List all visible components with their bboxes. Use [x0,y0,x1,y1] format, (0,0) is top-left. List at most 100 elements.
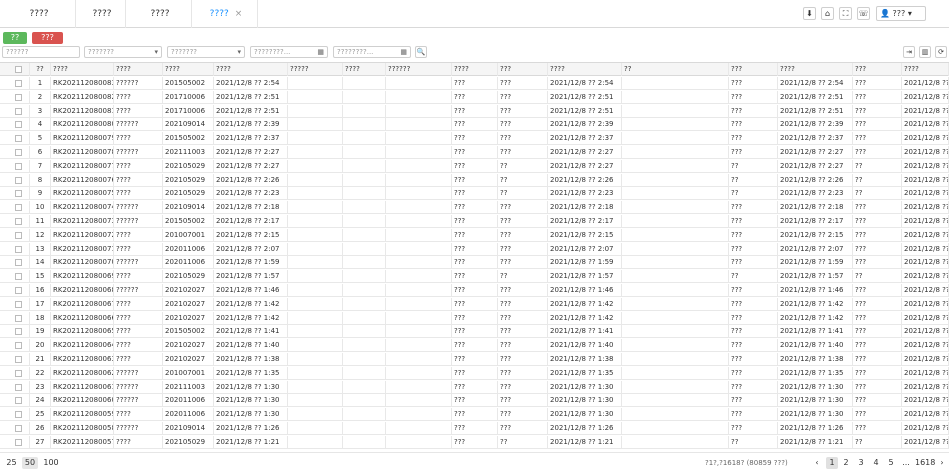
table-row[interactable]: 26 RK202112080058?????? 202109014 2021/12/8… [0,422,949,435]
row-checkbox[interactable] [15,190,22,198]
row-checkbox[interactable] [15,300,22,308]
row-checkbox[interactable] [15,273,22,281]
page-number[interactable]: 3 [855,457,867,469]
column-header[interactable]: ??? [498,63,548,76]
row-checkbox[interactable] [15,328,22,336]
page-size-option[interactable]: 100 [43,457,59,469]
page-number[interactable]: 5 [885,457,897,469]
table-row[interactable]: 24 RK202112080060?????? 202011006 2021/12/8… [0,394,949,408]
phone-icon[interactable]: ☏ [857,7,870,20]
columns-icon[interactable]: ▥ [919,46,931,58]
row-checkbox[interactable] [15,149,22,156]
row-checkbox[interactable] [15,162,22,170]
table-row[interactable]: 20 RK202112080064???? 202102027 2021/12/8 ?… [0,339,949,353]
column-header[interactable]: ???? [548,63,622,76]
page-number[interactable]: 4 [870,457,882,469]
table-row[interactable]: 13 RK202112080071???? 202011006 2021/12/8 ?… [0,242,949,256]
row-checkbox[interactable] [15,287,22,294]
end-date-input[interactable]: ????????... ▦ [333,46,411,58]
next-page-button[interactable]: › [937,457,947,469]
user-menu[interactable]: 👤 ??? ▾ [876,6,926,21]
row-checkbox[interactable] [15,231,22,239]
column-header[interactable]: ???? [343,63,386,76]
row-checkbox[interactable] [15,93,22,101]
table-row[interactable]: 11 RK202112080073?????? 201505002 2021/12/8… [0,215,949,228]
start-date-input[interactable]: ????????... ▦ [250,46,328,58]
table-row[interactable]: 17 RK202112080067???? 202102027 2021/12/8 ?… [0,297,949,311]
column-header[interactable]: ??? [853,63,902,76]
column-header[interactable] [0,63,30,76]
row-checkbox[interactable] [15,218,22,225]
column-header[interactable]: ???? [214,63,288,76]
tab-2[interactable]: ???? [129,0,192,28]
page-size-option[interactable]: 50 [22,457,38,469]
table-row[interactable]: 16 RK202112080068?????? 202102027 2021/12/8… [0,284,949,297]
unapprove-button[interactable]: ??? [32,32,63,44]
row-checkbox[interactable] [15,80,22,87]
tab-3[interactable]: ???? × [195,0,258,28]
export-icon[interactable]: ⇥ [903,46,915,58]
close-icon[interactable]: × [235,9,243,19]
column-header[interactable]: ????? [288,63,343,76]
column-header[interactable]: ?? [30,63,51,76]
row-checkbox[interactable] [15,204,22,212]
column-header[interactable]: ??? [729,63,778,76]
table-row[interactable]: 9 RK202112080075???? 202105029 2021/12/8 ??… [0,187,949,201]
row-checkbox[interactable] [15,438,22,446]
column-header[interactable]: ?? [622,63,729,76]
column-header[interactable]: ???? [902,63,949,76]
column-header[interactable]: ???? [778,63,853,76]
tab-0[interactable]: ???? [3,0,76,28]
table-row[interactable]: 15 RK202112080069???? 202105029 2021/12/8 ?… [0,270,949,284]
table-row[interactable]: 22 RK202112080062?????? 201007001 2021/12/8… [0,366,949,380]
page-number[interactable]: 1 [826,457,838,469]
table-row[interactable]: 8 RK202112080076???? 202105029 2021/12/8 ??… [0,173,949,187]
page-number[interactable]: 2 [840,457,852,469]
row-checkbox[interactable] [15,259,22,267]
table-row[interactable]: 3 RK202112080081???? 201710006 2021/12/8 ??… [0,104,949,118]
download-icon[interactable]: ⬇ [803,7,816,20]
page-number[interactable]: 1618 [915,457,935,469]
select-all-checkbox[interactable] [15,66,22,73]
audit-flag-select[interactable]: ??????? ▾ [167,46,245,58]
table-row[interactable]: 6 RK202112080078?????? 202111003 2021/12/8 … [0,146,949,159]
column-header[interactable]: ???? [452,63,498,76]
table-row[interactable]: 12 RK202112080072???? 201007001 2021/12/8 ?… [0,228,949,242]
row-checkbox[interactable] [15,411,22,419]
row-checkbox[interactable] [15,397,22,405]
column-header[interactable]: ?????? [386,63,452,76]
table-row[interactable]: 7 RK202112080077???? 202105029 2021/12/8 ??… [0,159,949,173]
row-checkbox[interactable] [15,356,22,363]
table-row[interactable]: 5 RK202112080079???? 201505002 2021/12/8 ??… [0,132,949,146]
row-checkbox[interactable] [15,383,22,391]
table-row[interactable]: 1 RK202112080083?????? 201505002 2021/12/8 … [0,77,949,90]
table-row[interactable]: 21 RK202112080063???? 202102027 2021/12/8 ?… [0,353,949,366]
table-row[interactable]: 14 RK202112080070?????? 202011006 2021/12/8… [0,256,949,270]
doc-no-input[interactable]: ?????? [2,46,80,58]
fullscreen-icon[interactable]: ⛶ [839,7,852,20]
table-row[interactable]: 23 RK202112080061?????? 202111003 2021/12/8… [0,380,949,394]
row-checkbox[interactable] [15,425,22,432]
search-icon[interactable]: 🔍 [415,46,427,58]
table-row[interactable]: 2 RK202112080082???? 201710006 2021/12/8 ??… [0,90,949,104]
table-row[interactable]: 10 RK202112080074?????? 202109014 2021/12/8… [0,201,949,215]
tab-1[interactable]: ???? [79,0,126,28]
row-checkbox[interactable] [15,121,22,129]
column-header[interactable]: ???? [51,63,114,76]
biz-type-select[interactable]: ??????? ▾ [84,46,162,58]
row-checkbox[interactable] [15,314,22,322]
row-checkbox[interactable] [15,369,22,377]
row-checkbox[interactable] [15,245,22,253]
table-row[interactable]: 19 RK202112080065???? 201505002 2021/12/8 ?… [0,325,949,339]
row-checkbox[interactable] [15,107,22,115]
column-header[interactable]: ???? [163,63,214,76]
table-row[interactable]: 27 RK202112080057???? 202105029 2021/12/8 ?… [0,435,949,449]
table-row[interactable]: 25 RK202112080059???? 202011006 2021/12/8 ?… [0,408,949,422]
refresh-icon[interactable]: ⟳ [935,46,947,58]
page-size-option[interactable]: 25 [5,457,18,469]
approve-button[interactable]: ?? [3,32,27,44]
table-row[interactable]: 4 RK202112080080?????? 202109014 2021/12/8 … [0,118,949,132]
table-row[interactable]: 18 RK202112080066???? 202102027 2021/12/8 ?… [0,311,949,325]
row-checkbox[interactable] [15,342,22,350]
calendar-icon[interactable]: ▦ [400,47,407,57]
